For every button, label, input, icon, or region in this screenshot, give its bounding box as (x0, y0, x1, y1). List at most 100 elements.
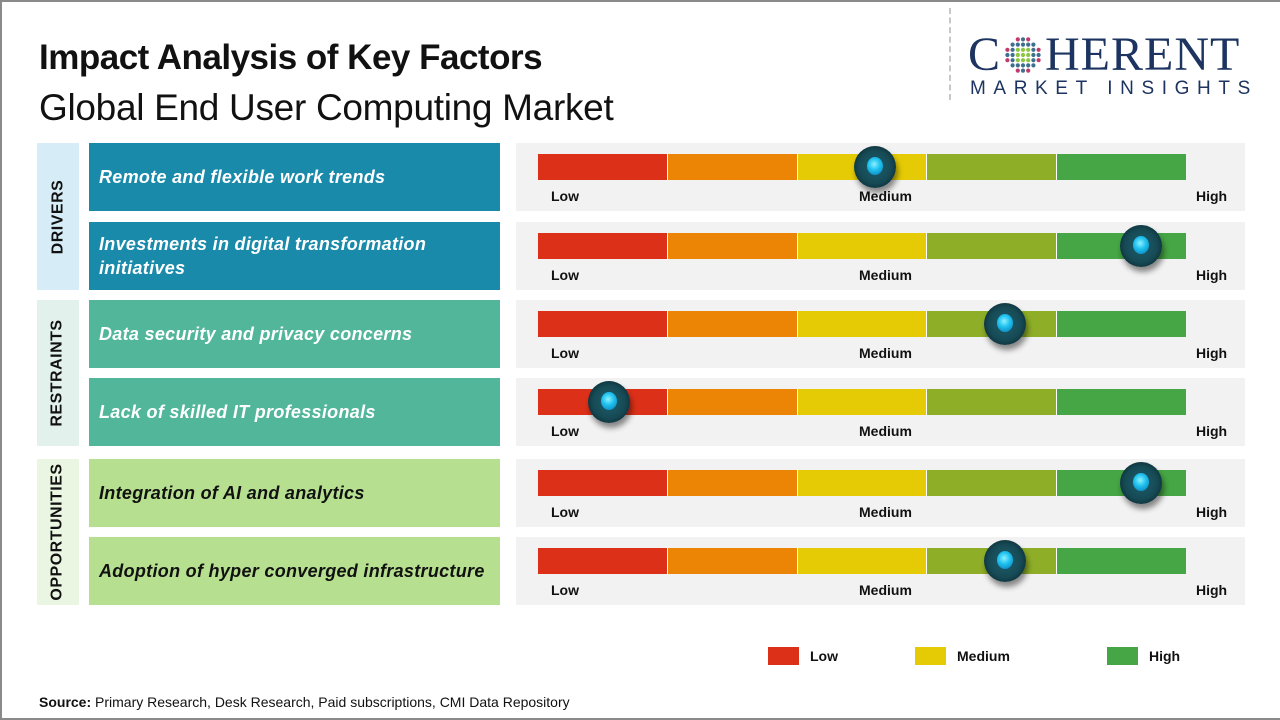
gauge-label-low: Low (551, 582, 579, 598)
gauge-label-medium: Medium (859, 267, 912, 283)
gauge-segment-1 (538, 154, 668, 180)
globe-dot (1020, 52, 1026, 58)
factor-box: Investments in digital transformation in… (89, 222, 500, 290)
source-label: Source: (39, 694, 92, 710)
gauge-label-high: High (1196, 504, 1228, 520)
legend-item-medium: Medium (915, 647, 1010, 665)
impact-marker-knob (1119, 462, 1162, 504)
impact-marker-knob (853, 146, 896, 188)
category-label-text: RESTRAINTS (49, 319, 67, 427)
gauge-label-low: Low (551, 345, 579, 361)
source-text: Primary Research, Desk Research, Paid su… (91, 694, 570, 710)
globe-dot (1036, 52, 1041, 58)
gauge-segment-3 (797, 389, 928, 415)
gauge-label-low: Low (551, 504, 579, 520)
globe-dot (1026, 42, 1031, 47)
globe-dot (1026, 52, 1031, 58)
gauge-scale-bar (538, 233, 1186, 259)
gauge-label-medium: Medium (859, 188, 912, 204)
impact-marker-knob (983, 303, 1026, 345)
globe-dot (1020, 37, 1026, 42)
factor-label: Remote and flexible work trends (99, 167, 386, 187)
company-logo: C HERENT MARKET INSIGHTS (968, 30, 1268, 100)
globe-dot (1036, 47, 1041, 52)
chart-title: Impact Analysis of Key Factors (39, 38, 543, 77)
gauge-label-medium: Medium (859, 423, 912, 439)
globe-dot (1005, 58, 1010, 63)
gauge-segment-2 (667, 389, 798, 415)
legend-swatch-low (768, 647, 799, 665)
factor-label: Data security and privacy concerns (99, 324, 413, 344)
globe-dot (1015, 37, 1020, 42)
gauge-scale-bar (538, 389, 1186, 415)
globe-dot (1020, 42, 1026, 47)
globe-dot (1031, 58, 1036, 63)
category-label-opportunities: OPPORTUNITIES (37, 459, 79, 605)
gauge-segment-3 (797, 233, 928, 259)
gauge-segment-2 (667, 311, 798, 337)
gauge-segment-5 (1057, 311, 1186, 337)
logo-divider (949, 8, 951, 100)
gauge-segment-5 (1057, 154, 1186, 180)
globe-dot (1031, 47, 1036, 52)
globe-dot (1015, 63, 1020, 68)
logo-word-rest: HERENT (1045, 28, 1241, 81)
legend-swatch-high (1107, 647, 1138, 665)
gauge-segment-5 (1057, 389, 1186, 415)
factor-label: Lack of skilled IT professionals (99, 402, 376, 422)
globe-dot (1005, 52, 1010, 58)
gauge-segment-1 (538, 548, 668, 574)
globe-dot (1010, 42, 1015, 47)
globe-dot (1031, 52, 1036, 58)
globe-dot (1010, 63, 1015, 68)
legend-swatch-medium (915, 647, 946, 665)
logo-tagline: MARKET INSIGHTS (970, 78, 1258, 99)
globe-dot (1036, 58, 1041, 63)
globe-dot (1031, 42, 1036, 47)
gauge-label-high: High (1196, 582, 1228, 598)
gauge-segment-1 (538, 470, 668, 496)
gauge-segment-2 (667, 548, 798, 574)
gauge-label-medium: Medium (859, 504, 912, 520)
globe-dot (1020, 68, 1026, 73)
gauge-label-high: High (1196, 267, 1228, 283)
gauge-segment-5 (1057, 548, 1186, 574)
gauge-scale-bar (538, 548, 1186, 574)
source-note: Source: Primary Research, Desk Research,… (39, 694, 570, 710)
gauge-scale-bar (538, 470, 1186, 496)
globe-dot (1026, 63, 1031, 68)
gauge-label-high: High (1196, 345, 1228, 361)
gauge-label-high: High (1196, 423, 1228, 439)
globe-dots-icon (1005, 37, 1041, 73)
category-label-restraints: RESTRAINTS (37, 300, 79, 446)
gauge-segment-3 (797, 470, 928, 496)
gauge-label-medium: Medium (859, 582, 912, 598)
category-label-text: DRIVERS (49, 179, 66, 254)
factor-box: Adoption of hyper converged infrastructu… (89, 537, 500, 605)
globe-dot (1026, 58, 1031, 63)
globe-dot (1020, 47, 1026, 52)
impact-marker-knob (588, 381, 631, 423)
gauge-scale-bar (538, 311, 1186, 337)
logo-wordmark: C HERENT (968, 30, 1240, 80)
gauge-label-high: High (1196, 188, 1228, 204)
globe-dot (1015, 68, 1020, 73)
globe-dot (1026, 68, 1031, 73)
globe-dot (1020, 63, 1026, 68)
globe-dot (1015, 47, 1020, 52)
gauge-segment-1 (538, 233, 668, 259)
impact-marker-knob (1119, 225, 1162, 267)
chart-subtitle: Global End User Computing Market (39, 87, 614, 128)
globe-dot (1015, 58, 1020, 63)
legend-item-low: Low (768, 647, 838, 665)
legend-label-medium: Medium (957, 648, 1010, 664)
factor-label: Integration of AI and analytics (99, 483, 365, 503)
gauge-segment-4 (927, 389, 1058, 415)
globe-dot (1010, 47, 1015, 52)
factor-label: Investments in digital transformation in… (99, 234, 427, 278)
gauge-label-low: Low (551, 423, 579, 439)
gauge-segment-1 (538, 311, 668, 337)
globe-dot (1020, 58, 1026, 63)
gauge-segment-3 (797, 548, 928, 574)
factor-box: Remote and flexible work trends (89, 143, 500, 211)
